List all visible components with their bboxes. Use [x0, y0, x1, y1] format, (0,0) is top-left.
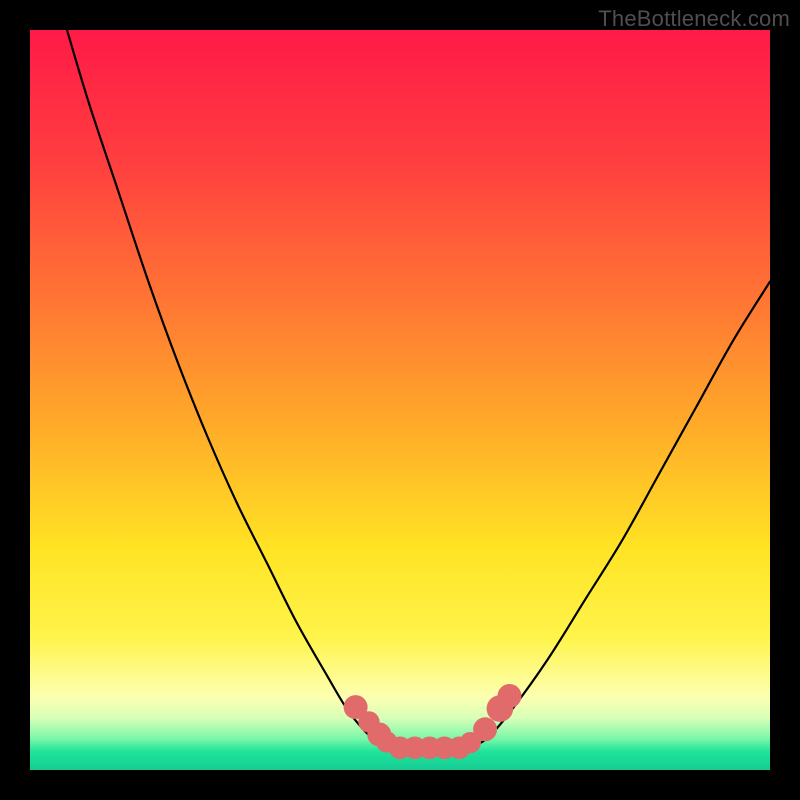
marker-dot — [473, 717, 497, 741]
marker-dot — [498, 684, 522, 708]
outer-frame: TheBottleneck.com — [0, 0, 800, 800]
plot-area — [30, 30, 770, 770]
watermark-text: TheBottleneck.com — [598, 6, 790, 32]
chart-svg — [30, 30, 770, 770]
gradient-background — [30, 30, 770, 770]
